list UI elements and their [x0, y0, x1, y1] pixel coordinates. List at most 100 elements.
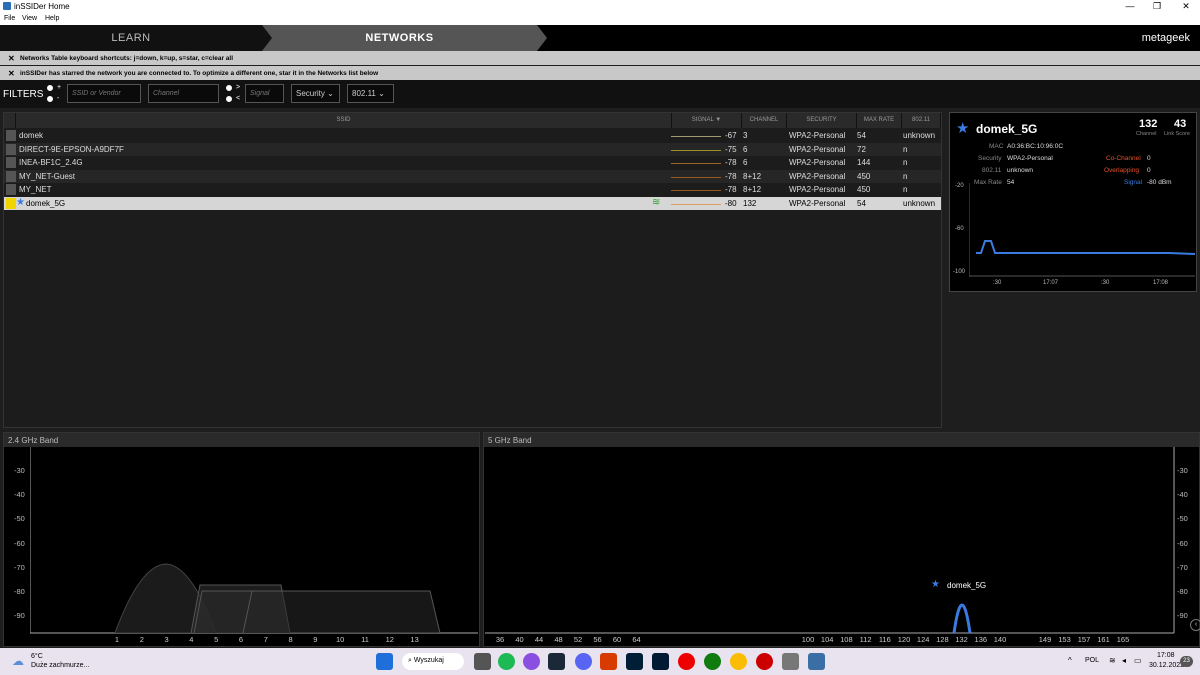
- x-tick-label: 165: [1116, 635, 1130, 644]
- discord-icon[interactable]: [575, 653, 592, 670]
- spotify-icon[interactable]: [498, 653, 515, 670]
- table-row[interactable]: MY_NET-Guest -78 8+12 WPA2-Personal 450 n: [4, 169, 941, 183]
- cell-signal: -78: [725, 158, 737, 167]
- menu-view[interactable]: View: [22, 15, 37, 22]
- network-app-icon[interactable]: [782, 653, 799, 670]
- office-icon[interactable]: [600, 653, 617, 670]
- standard-key: 802.11: [982, 167, 1002, 174]
- standard-filter-select[interactable]: 802.11 ⌄: [347, 84, 394, 103]
- close-icon[interactable]: ✕: [8, 54, 15, 63]
- star-icon: ★: [931, 579, 940, 590]
- x-tick-label: 112: [859, 635, 872, 644]
- x-tick-label: 6: [238, 635, 244, 644]
- cell-signal: -75: [725, 144, 737, 154]
- header-channel[interactable]: CHANNEL: [742, 113, 787, 128]
- opera-icon[interactable]: [756, 653, 773, 670]
- header-standard[interactable]: 802.11: [902, 113, 941, 128]
- minimize-button[interactable]: —: [1116, 0, 1144, 13]
- x-tick-label: 120: [897, 635, 911, 644]
- menu-help[interactable]: Help: [45, 15, 59, 22]
- radio-lt[interactable]: [226, 96, 232, 102]
- lightroom-icon[interactable]: [652, 653, 669, 670]
- cell-max-rate: 72: [857, 144, 866, 154]
- notification-badge[interactable]: 23: [1180, 656, 1193, 667]
- mac-key: MAC: [989, 143, 1004, 150]
- header-max-rate[interactable]: MAX RATE: [857, 113, 902, 128]
- close-icon[interactable]: ✕: [8, 69, 15, 78]
- x-tick-label: 100: [801, 635, 815, 644]
- window-title: inSSIDer Home: [14, 2, 70, 11]
- messenger-icon[interactable]: [523, 653, 540, 670]
- star-icon[interactable]: ★: [956, 119, 969, 137]
- filters-bar: FILTERS + - SSID or Vendor Channel > < S…: [0, 80, 1200, 108]
- x-tick-label: 36: [495, 635, 505, 644]
- language-indicator[interactable]: POL: [1085, 657, 1099, 664]
- cell-channel: 8+12: [743, 171, 762, 181]
- wifi-icon[interactable]: ≋: [1109, 656, 1116, 665]
- overlapping-key: Overlapping: [1104, 167, 1140, 174]
- task-view-icon[interactable]: [474, 653, 491, 670]
- radio-plus[interactable]: [47, 85, 53, 91]
- table-row[interactable]: domek -67 3 WPA2-Personal 54 unknown: [4, 129, 941, 142]
- battery-icon[interactable]: ▭: [1134, 656, 1142, 665]
- cell-ssid: domek_5G: [26, 198, 66, 208]
- row-color-swatch[interactable]: [6, 184, 16, 195]
- tab-learn[interactable]: LEARN: [0, 25, 262, 51]
- security-select-label: Security: [296, 89, 325, 98]
- header-security[interactable]: SECURITY: [787, 113, 857, 128]
- inssider-icon[interactable]: [808, 653, 825, 670]
- clock-date[interactable]: 30.12.2022: [1149, 662, 1184, 669]
- table-row[interactable]: INEA-BF1C_2.4G -78 6 WPA2-Personal 144 n: [4, 156, 941, 169]
- overlapping-value: 0: [1147, 167, 1151, 174]
- tab-networks[interactable]: NETWORKS: [262, 25, 537, 51]
- row-color-swatch[interactable]: [6, 130, 16, 141]
- channel-filter-input[interactable]: Channel: [148, 84, 219, 103]
- header-ssid[interactable]: SSID: [16, 113, 672, 128]
- band-24-title: 2.4 GHz Band: [4, 433, 479, 447]
- clock-time[interactable]: 17:08: [1157, 652, 1175, 659]
- photoshop-icon[interactable]: [626, 653, 643, 670]
- row-color-swatch[interactable]: [6, 170, 16, 182]
- cell-max-rate: 54: [857, 198, 866, 208]
- close-button[interactable]: ✕: [1172, 0, 1200, 13]
- standard-select-label: 802.11: [352, 89, 376, 98]
- windows-start-icon[interactable]: [376, 653, 393, 670]
- cell-channel: 6: [743, 158, 748, 167]
- x-tick-label: 60: [612, 635, 622, 644]
- youtube-music-icon[interactable]: [678, 653, 695, 670]
- y-tick-label: -50: [14, 514, 25, 524]
- cell-security: WPA2-Personal: [789, 171, 846, 181]
- signal-filter-input[interactable]: Signal: [245, 84, 284, 103]
- taskbar-search[interactable]: ⌕ Wyszukaj: [402, 653, 464, 670]
- chrome-icon[interactable]: [730, 653, 747, 670]
- menu-file[interactable]: File: [4, 15, 15, 22]
- row-color-swatch[interactable]: [6, 157, 16, 168]
- signal-sparkline: [671, 190, 721, 191]
- table-row[interactable]: MY_NET -78 8+12 WPA2-Personal 450 n: [4, 183, 941, 196]
- weather-icon[interactable]: ☁: [12, 654, 24, 668]
- x-tick-label: 140: [993, 635, 1007, 644]
- x-tick-label: 11: [361, 635, 369, 644]
- row-color-swatch[interactable]: [6, 197, 16, 209]
- row-color-swatch[interactable]: [6, 143, 16, 155]
- band-5-network-label: domek_5G: [947, 581, 987, 590]
- header-signal[interactable]: SIGNAL ▼: [672, 113, 742, 128]
- star-icon[interactable]: ★: [16, 197, 25, 208]
- table-row[interactable]: DIRECT-9E-EPSON-A9DF7F -75 6 WPA2-Personal 7…: [4, 142, 941, 156]
- table-row[interactable]: ★ domek_5G ≋ -80 132 WPA2-Personal 54 unknown: [4, 196, 941, 210]
- details-channel-value: 132: [1139, 118, 1158, 130]
- security-filter-select[interactable]: Security ⌄: [291, 84, 340, 103]
- volume-icon[interactable]: ◂: [1122, 656, 1126, 665]
- signal-history-line: [976, 240, 1195, 255]
- radio-gt[interactable]: [226, 85, 232, 91]
- scroll-chevron-icon[interactable]: ‹: [1190, 619, 1200, 631]
- band-5-chart: [485, 447, 1175, 634]
- maximize-button[interactable]: ❐: [1143, 0, 1171, 13]
- chevron-up-icon[interactable]: ^: [1068, 656, 1072, 665]
- minus-label: -: [57, 95, 60, 102]
- x-tick-label: 104: [820, 635, 834, 644]
- ssid-filter-input[interactable]: SSID or Vendor: [67, 84, 141, 103]
- xbox-icon[interactable]: [704, 653, 721, 670]
- steam-icon[interactable]: [548, 653, 565, 670]
- radio-minus[interactable]: [47, 96, 53, 102]
